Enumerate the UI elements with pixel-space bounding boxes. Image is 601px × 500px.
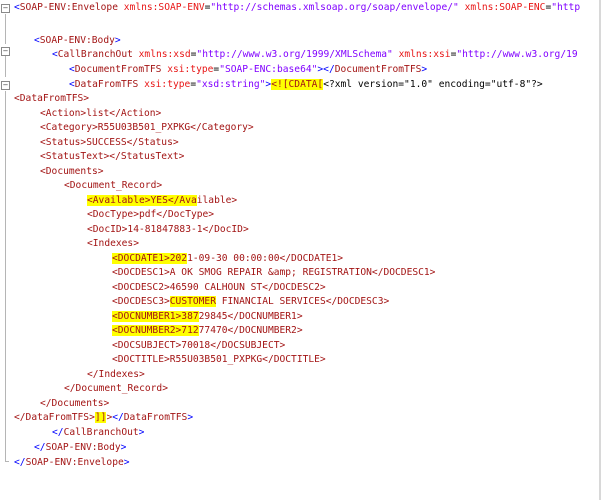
code-line: <Category>R55U03B501_PXPKG</Category> <box>40 122 254 133</box>
code-line: <SOAP-ENV:Body> <box>34 35 121 46</box>
code-line: </DataFromTFS>]]></DataFromTFS> <box>14 412 194 423</box>
code-line: </Documents> <box>40 398 110 409</box>
code-line: <DocumentFromTFS xsi:type="SOAP-ENC:base… <box>69 64 428 75</box>
code-line: <CallBranchOut xmlns:xsd="http://www.w3.… <box>52 49 578 60</box>
code-line: <DocID>14-81847883-1</DocID> <box>87 224 249 235</box>
code-line: </Indexes> <box>87 369 145 380</box>
code-line: <Status>SUCCESS</Status> <box>40 137 179 148</box>
code-line: <DOCNUMBER2>71277470</DOCNUMBER2> <box>112 325 303 336</box>
code-line: <DOCDESC1>A OK SMOG REPAIR &amp; REGISTR… <box>112 267 436 278</box>
fold-guide-line <box>5 56 6 77</box>
xml-editor-pane[interactable]: − − − <SOAP-ENV:Envelope xmlns:SOAP-ENV=… <box>0 0 601 500</box>
code-line: <DOCNUMBER1>38729845</DOCNUMBER1> <box>112 311 303 322</box>
fold-toggle-icon[interactable]: − <box>1 47 10 56</box>
code-line: <DataFromTFS xsi:type="xsd:string"><![CD… <box>69 79 543 90</box>
fold-guide-line <box>5 91 6 461</box>
fold-toggle-icon[interactable]: − <box>1 4 10 13</box>
code-line: <Documents> <box>40 166 104 177</box>
code-line: <StatusText></StatusText> <box>40 151 185 162</box>
fold-guide-end <box>5 461 9 462</box>
fold-toggle-icon[interactable]: − <box>1 81 10 90</box>
code-line: <DOCDESC3>CUSTOMER FINANCIAL SERVICES</D… <box>112 296 390 307</box>
code-line: </SOAP-ENV:Body> <box>34 442 127 453</box>
code-line: <Document_Record> <box>64 180 163 191</box>
code-line: </SOAP-ENV:Envelope> <box>14 457 130 468</box>
code-line: <Indexes> <box>87 238 139 249</box>
code-line: <DocType>pdf</DocType> <box>87 209 215 220</box>
fold-guide-line <box>5 14 6 44</box>
code-line: <Action>list</Action> <box>40 108 162 119</box>
code-line: <DOCTITLE>R55U03B501_PXPKG</DOCTITLE> <box>112 354 326 365</box>
code-line: <DOCSUBJECT>70018</DOCSUBJECT> <box>112 340 286 351</box>
code-line: <DataFromTFS> <box>14 93 90 104</box>
code-line: <SOAP-ENV:Envelope xmlns:SOAP-ENV="http:… <box>14 2 581 13</box>
code-line: </Document_Record> <box>64 383 168 394</box>
code-line: <Available>YES</Available> <box>87 195 238 206</box>
code-line: </CallBranchOut> <box>52 427 145 438</box>
code-line: <DOCDESC2>46590 CALHOUN ST</DOCDESC2> <box>112 282 326 293</box>
code-line: <DOCDATE1>2021-09-30 00:00:00</DOCDATE1> <box>112 253 344 264</box>
